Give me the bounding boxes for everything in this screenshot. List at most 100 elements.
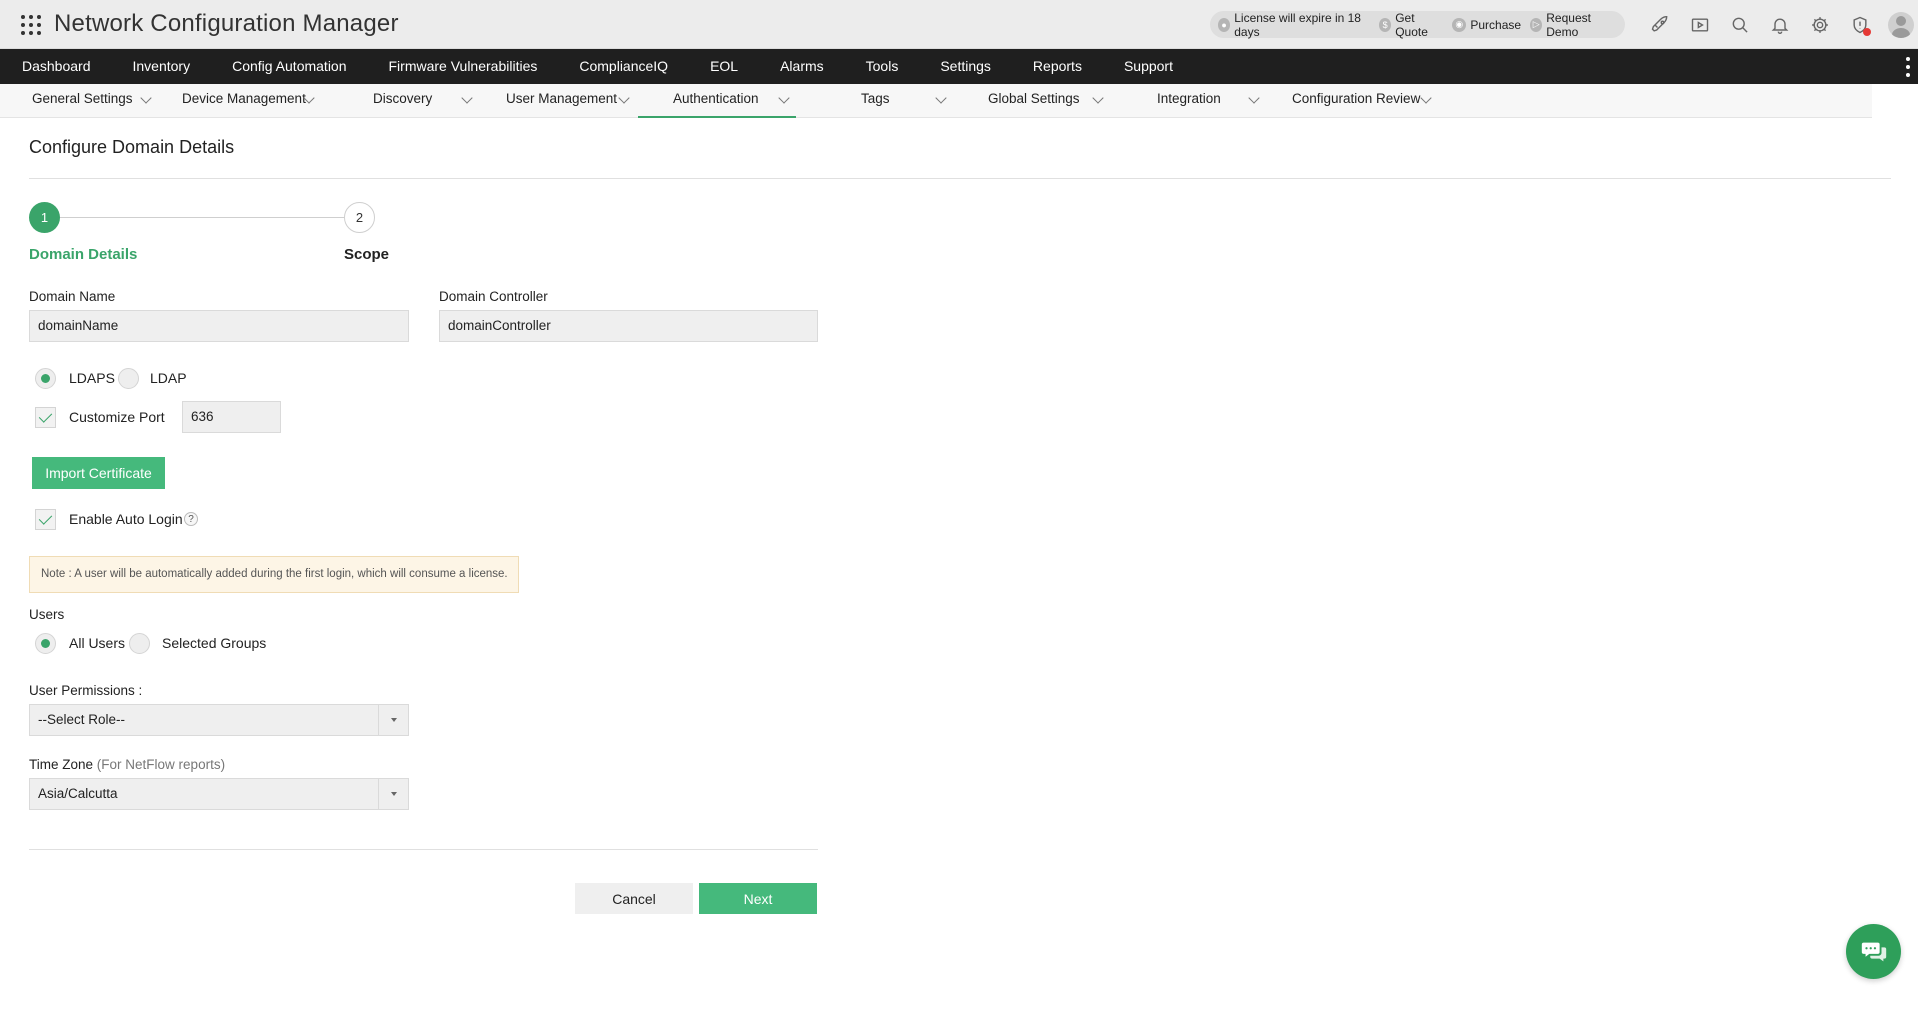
nav-complianceiq[interactable]: ComplianceIQ xyxy=(558,49,689,84)
app-title: Network Configuration Manager xyxy=(54,10,399,37)
subnav-configuration-review-label: Configuration Review xyxy=(1292,91,1421,106)
rocket-icon[interactable] xyxy=(1640,12,1680,38)
nav-inventory[interactable]: Inventory xyxy=(112,49,212,84)
time-zone-suffix: (For NetFlow reports) xyxy=(96,757,226,772)
subnav-discovery[interactable]: Discovery xyxy=(373,84,473,118)
role-select[interactable]: --Select Role-- xyxy=(29,704,409,736)
request-demo-link[interactable]: ▷ Request Demo xyxy=(1530,11,1616,39)
ldaps-label: LDAPS xyxy=(69,370,115,386)
nav-config-automation[interactable]: Config Automation xyxy=(211,49,367,84)
time-zone-label: Time Zone (For NetFlow reports) xyxy=(29,757,225,772)
apps-grid-icon[interactable] xyxy=(19,13,43,37)
chevron-down-icon xyxy=(778,92,790,104)
form-footer-divider xyxy=(29,849,818,850)
subnav-tags[interactable]: Tags xyxy=(861,84,947,118)
all-users-radio[interactable] xyxy=(35,633,56,654)
selected-groups-radio[interactable] xyxy=(129,633,150,654)
more-menu-icon[interactable] xyxy=(1906,57,1910,77)
subnav-authentication[interactable]: Authentication xyxy=(638,84,796,118)
caret-down-icon xyxy=(391,718,397,722)
top-icon-bar xyxy=(1640,12,1880,38)
caret-down-icon xyxy=(391,792,397,796)
step-2-indicator: 2 xyxy=(344,202,375,233)
enable-auto-login-checkbox[interactable] xyxy=(35,509,56,530)
subnav-device-management-label: Device Management xyxy=(182,91,306,106)
chat-icon[interactable] xyxy=(1846,924,1901,979)
subnav-global-settings-label: Global Settings xyxy=(988,91,1080,106)
users-label: Users xyxy=(29,607,65,622)
subnav-integration-label: Integration xyxy=(1157,91,1221,106)
role-select-value: --Select Role-- xyxy=(38,712,126,727)
chevron-down-icon xyxy=(1092,92,1104,104)
chevron-down-icon xyxy=(618,92,630,104)
top-bar: Network Configuration Manager ● License … xyxy=(0,0,1918,49)
domain-controller-label: Domain Controller xyxy=(439,289,548,304)
port-input[interactable]: 636 xyxy=(182,401,281,433)
purchase-text: Purchase xyxy=(1470,17,1522,32)
title-divider xyxy=(29,178,1891,179)
domain-controller-input[interactable]: domainController xyxy=(439,310,818,342)
stepper-connector xyxy=(60,217,344,218)
nav-alarms[interactable]: Alarms xyxy=(759,49,845,84)
license-note: Note : A user will be automatically adde… xyxy=(29,556,519,593)
cart-icon: ◉ xyxy=(1452,17,1467,32)
demo-icon: ▷ xyxy=(1530,17,1543,32)
cancel-button[interactable]: Cancel xyxy=(575,883,693,914)
user-permissions-label: User Permissions : xyxy=(29,683,143,698)
nav-settings[interactable]: Settings xyxy=(919,49,1012,84)
ldap-label: LDAP xyxy=(150,370,187,386)
chevron-down-icon xyxy=(1248,92,1260,104)
license-expiry[interactable]: ● License will expire in 18 days xyxy=(1218,11,1370,39)
step-2-label: Scope xyxy=(344,246,390,263)
alert-shield-icon[interactable] xyxy=(1840,12,1880,38)
selected-groups-label: Selected Groups xyxy=(162,635,267,651)
select-divider xyxy=(378,779,379,809)
ldaps-radio[interactable] xyxy=(35,368,56,389)
subnav-user-management[interactable]: User Management xyxy=(506,84,630,118)
license-icon: ● xyxy=(1218,17,1231,32)
ldap-radio[interactable] xyxy=(118,368,139,389)
subnav-discovery-label: Discovery xyxy=(373,91,433,106)
subnav-global-settings[interactable]: Global Settings xyxy=(988,84,1104,118)
license-expiry-text: License will expire in 18 days xyxy=(1234,10,1361,39)
get-quote-text: Get Quote xyxy=(1395,10,1428,39)
subnav-device-management[interactable]: Device Management xyxy=(182,84,315,118)
enable-auto-login-label: Enable Auto Login xyxy=(69,511,183,527)
sub-nav: General Settings Device Management Disco… xyxy=(0,84,1872,118)
nav-support[interactable]: Support xyxy=(1103,49,1194,84)
next-button[interactable]: Next xyxy=(699,883,817,914)
subnav-authentication-label: Authentication xyxy=(673,91,759,106)
domain-name-input[interactable]: domainName xyxy=(29,310,409,342)
help-icon[interactable]: ? xyxy=(184,512,198,526)
subnav-user-management-label: User Management xyxy=(506,91,618,106)
nav-eol[interactable]: EOL xyxy=(689,49,759,84)
import-certificate-button[interactable]: Import Certificate xyxy=(32,457,165,489)
subnav-general-settings[interactable]: General Settings xyxy=(32,84,152,118)
gear-icon[interactable] xyxy=(1800,12,1840,38)
time-zone-select[interactable]: Asia/Calcutta xyxy=(29,778,409,810)
chevron-down-icon xyxy=(140,92,152,104)
chevron-down-icon xyxy=(1420,92,1432,104)
page-title: Configure Domain Details xyxy=(29,137,235,157)
nav-tools[interactable]: Tools xyxy=(845,49,920,84)
subnav-integration[interactable]: Integration xyxy=(1157,84,1260,118)
subnav-tags-label: Tags xyxy=(861,91,890,106)
user-avatar-icon[interactable] xyxy=(1888,12,1914,38)
nav-dashboard[interactable]: Dashboard xyxy=(0,49,112,84)
nav-firmware-vulnerabilities[interactable]: Firmware Vulnerabilities xyxy=(368,49,559,84)
purchase-link[interactable]: ◉ Purchase xyxy=(1452,17,1522,32)
video-icon[interactable] xyxy=(1680,12,1720,38)
customize-port-checkbox[interactable] xyxy=(35,407,56,428)
license-bar: ● License will expire in 18 days $ Get Q… xyxy=(1210,11,1625,39)
chevron-down-icon xyxy=(935,92,947,104)
request-demo-text: Request Demo xyxy=(1546,10,1591,39)
customize-port-label: Customize Port xyxy=(69,409,165,425)
get-quote-link[interactable]: $ Get Quote xyxy=(1379,11,1443,39)
nav-reports[interactable]: Reports xyxy=(1012,49,1103,84)
bell-icon[interactable] xyxy=(1760,12,1800,38)
subnav-general-settings-label: General Settings xyxy=(32,91,133,106)
search-icon[interactable] xyxy=(1720,12,1760,38)
chevron-down-icon xyxy=(461,92,473,104)
subnav-configuration-review[interactable]: Configuration Review xyxy=(1292,84,1432,118)
main-nav: Dashboard Inventory Config Automation Fi… xyxy=(0,49,1918,84)
